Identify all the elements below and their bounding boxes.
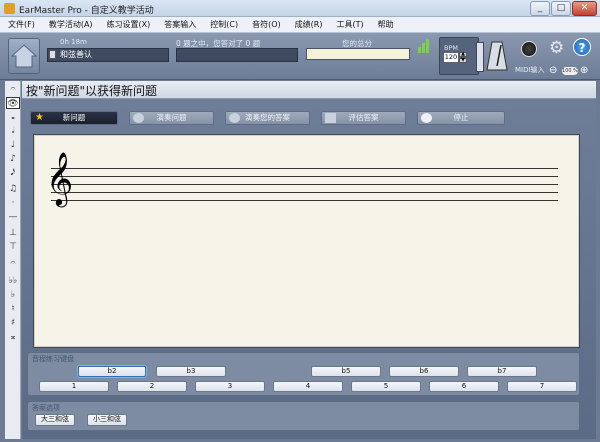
staff-line [51,192,558,193]
stop-button[interactable]: 停止 [417,111,505,125]
play-question-button[interactable]: 演奏问题 [129,111,214,125]
flat-icon[interactable]: ♭ [6,289,20,301]
staff-line [51,168,558,169]
answer-panel-title: 音程练习键盘 [32,355,74,363]
play-answer-button[interactable]: 演奏您的答案 [225,111,310,125]
dot-icon[interactable]: · [6,197,20,209]
play-question-label: 演奏问题 [156,113,187,122]
gear-icon[interactable]: ⚙ [549,39,569,57]
staff-line [51,200,558,201]
menu-activity[interactable]: 教学活动(A) [49,19,93,30]
menu-answer-input[interactable]: 答案输入 [164,19,196,30]
tie-icon[interactable]: — [6,211,20,223]
sharp-icon[interactable]: ♯ [6,317,20,329]
bpm-down-icon[interactable]: ▼ [459,58,467,63]
answer-keyboard-panel: 音程练习键盘 b2 b3 b5 b6 b7 1 2 3 4 5 6 7 [27,352,580,396]
staff-line [51,176,558,177]
options-panel-title: 答案选项 [32,404,60,412]
midi-label: MIDI输入 [515,66,545,74]
zoom-in-icon[interactable]: ⊕ [580,65,592,77]
home-button[interactable] [8,38,40,74]
double-sharp-icon[interactable]: 𝄪 [6,331,20,343]
answer-key-2[interactable]: 2 [117,381,187,392]
zoom-out-icon[interactable]: ⊖ [549,65,561,77]
answer-key-1[interactable]: 1 [39,381,109,392]
left-toolbar: 𝄐 👁 𝅝 𝅗𝅥 ♩ ♪ 𝅘𝅥𝅯 ♫ · — ⊥ ⊤ 𝄐 ♭♭ ♭ ♮ ♯ 𝄪 [5,81,21,439]
session-timer: 0h 18m [60,38,87,46]
staff-area[interactable]: 𝄞 [33,134,580,348]
answer-key-5[interactable]: 5 [351,381,421,392]
menu-tools[interactable]: 工具(T) [336,19,363,30]
answer-options-panel: 答案选项 大三和弦 小三和弦 [27,401,580,431]
staff-line [51,184,558,185]
answer-key-b5[interactable]: b5 [311,366,381,377]
answer-key-b7[interactable]: b7 [467,366,537,377]
answer-key-6[interactable]: 6 [429,381,499,392]
instruction-text: 按"新问题"以获得新问题 [26,84,158,98]
new-question-label: 新问题 [62,113,86,122]
bpm-input[interactable]: 120 [444,53,458,62]
bpm-label: BPM [444,44,458,52]
main-area: 按"新问题"以获得新问题 ★ 新问题 演奏问题 演奏您的答案 评估答案 停止 𝄞… [22,81,596,439]
answer-key-7[interactable]: 7 [507,381,577,392]
midi-icon[interactable] [521,41,537,57]
answer-key-b2[interactable]: b2 [78,366,146,377]
double-flat-icon[interactable]: ♭♭ [6,275,20,287]
instruction-bar: 按"新问题"以获得新问题 [22,81,596,99]
stem-up-icon[interactable]: ⊤ [6,241,20,253]
new-question-button[interactable]: ★ 新问题 [30,111,118,125]
menu-notes[interactable]: 音符(O) [252,19,281,30]
half-note-icon[interactable]: 𝅗𝅥 [6,125,20,137]
answer-key-b6[interactable]: b6 [389,366,459,377]
help-icon[interactable]: ? [573,38,591,56]
evaluate-label: 评估答案 [348,113,379,122]
play-answer-icon [229,113,240,123]
eraser-icon[interactable]: 𝄐 [6,83,20,95]
sixteenth-note-icon[interactable]: 𝅘𝅥𝅯 [6,167,20,179]
star-icon: ★ [35,112,44,123]
menu-results[interactable]: 成绩(R) [295,19,323,30]
score-bar [306,48,410,60]
app-icon [4,3,15,14]
level-meter-icon [418,39,429,53]
minimize-button[interactable]: _ [530,1,550,16]
play-answer-label: 演奏您的答案 [245,113,290,122]
stop-label: 停止 [453,113,469,122]
check-icon [325,113,336,123]
top-panel: 0h 18m 和弦善认 0 题之中，您答对了 0 题 您的总分 BPM 120 … [0,33,600,80]
menu-exercise-settings[interactable]: 练习设置(X) [107,19,151,30]
volume-slider[interactable] [476,42,484,72]
beamed-notes-icon[interactable]: ♫ [6,183,20,195]
eye-icon[interactable]: 👁 [6,97,20,109]
whole-note-icon[interactable]: 𝅝 [6,111,20,123]
window-title: EarMaster Pro - 自定义教学活动 [19,6,154,16]
close-button[interactable]: ✕ [572,1,597,16]
minor-triad-button[interactable]: 小三和弦 [87,414,127,426]
progress-box [176,48,298,62]
lesson-name: 和弦善认 [47,48,169,62]
quarter-note-icon[interactable]: ♩ [6,139,20,151]
menu-help[interactable]: 帮助 [378,19,394,30]
lesson-icon [49,50,56,59]
title-bar: EarMaster Pro - 自定义教学活动 _ □ ✕ [0,0,600,17]
menu-file[interactable]: 文件(F) [8,19,35,30]
maximize-button[interactable]: □ [551,1,571,16]
natural-icon[interactable]: ♮ [6,303,20,315]
treble-clef-icon: 𝄞 [46,151,74,205]
eighth-note-icon[interactable]: ♪ [6,153,20,165]
menu-bar: 文件(F) 教学活动(A) 练习设置(X) 答案输入 控制(C) 音符(O) 成… [0,17,600,33]
play-question-icon [133,113,144,123]
major-triad-button[interactable]: 大三和弦 [35,414,75,426]
home-icon [11,44,37,68]
answer-key-4[interactable]: 4 [273,381,343,392]
answer-key-b3[interactable]: b3 [156,366,226,377]
fermata-icon[interactable]: 𝄐 [6,257,20,269]
evaluate-answer-button[interactable]: 评估答案 [321,111,406,125]
stem-down-icon[interactable]: ⊥ [6,227,20,239]
menu-control[interactable]: 控制(C) [210,19,238,30]
stop-icon [421,113,432,123]
answer-key-3[interactable]: 3 [195,381,265,392]
zoom-level: 100 % [562,67,578,75]
metronome-icon[interactable] [486,40,508,72]
